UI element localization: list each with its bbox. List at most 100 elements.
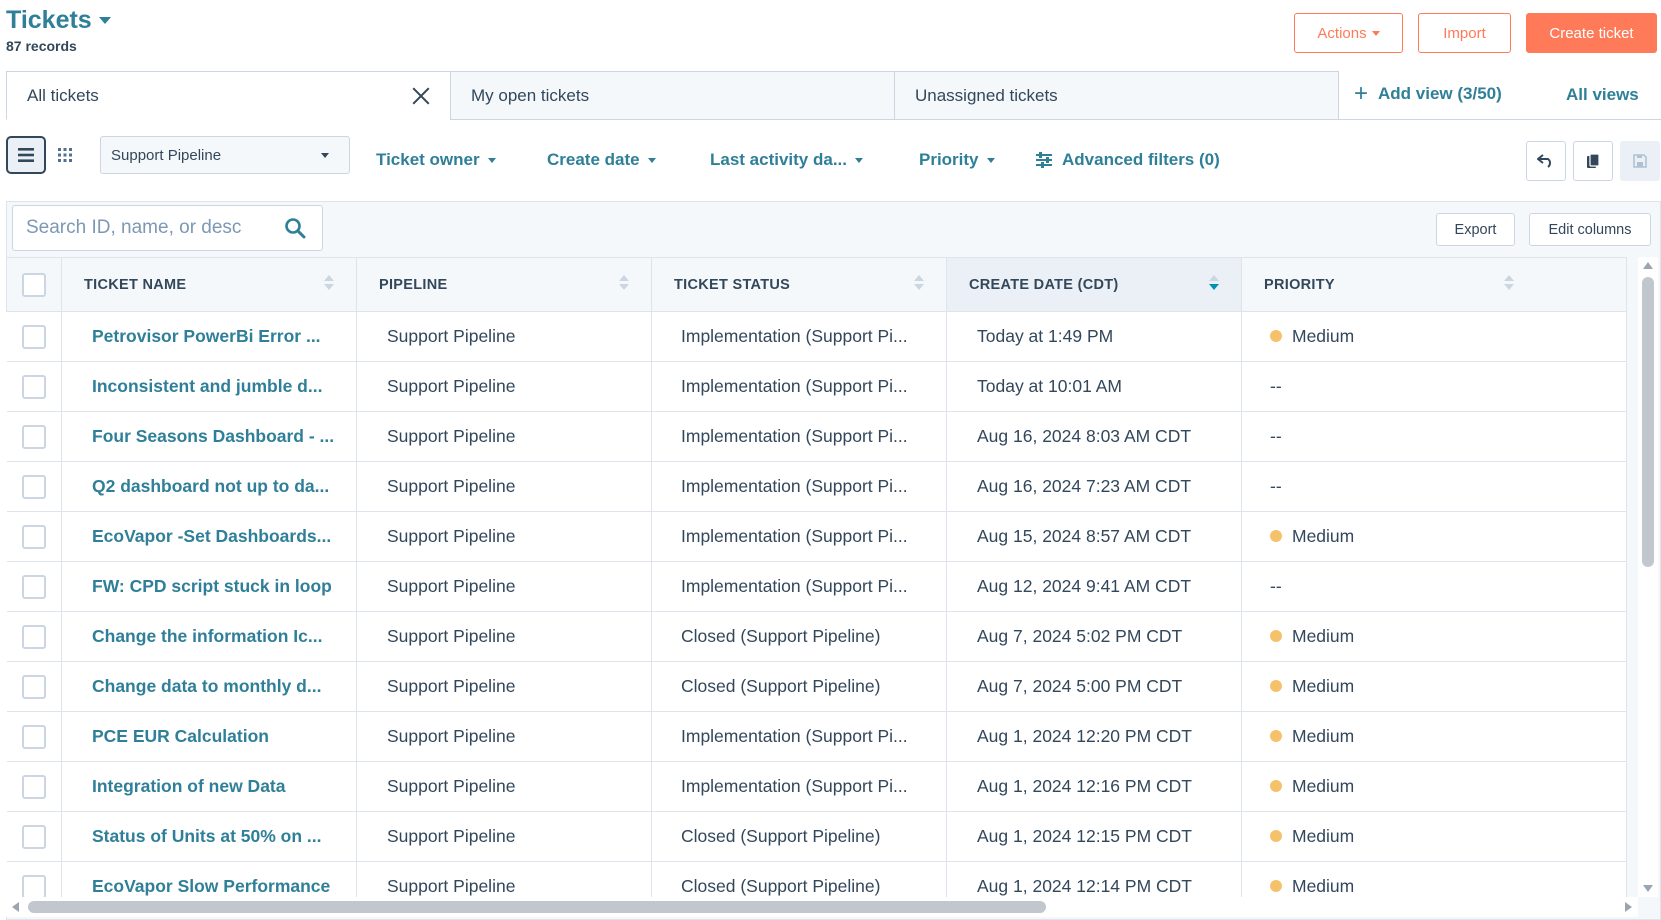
ticket-name-link[interactable]: Four Seasons Dashboard - ...	[61, 411, 357, 462]
object-switcher[interactable]: Tickets	[6, 6, 111, 35]
reset-view-button[interactable]	[1526, 141, 1566, 181]
tab-my-open-tickets[interactable]: My open tickets	[450, 71, 895, 120]
scroll-up-icon[interactable]	[1643, 262, 1653, 269]
tabs-divider	[1337, 119, 1661, 120]
last-activity-filter[interactable]: Last activity da...	[710, 150, 863, 170]
ticket-name-link[interactable]: FW: CPD script stuck in loop	[61, 561, 357, 612]
priority-filter[interactable]: Priority	[919, 150, 995, 170]
ticket-name-link[interactable]: Status of Units at 50% on ...	[61, 811, 357, 862]
column-header-ticket-status[interactable]: TICKET STATUS	[651, 257, 947, 312]
save-view-button[interactable]	[1620, 141, 1660, 181]
priority-dot-icon	[1270, 730, 1282, 742]
row-checkbox[interactable]	[21, 574, 46, 599]
scroll-down-icon[interactable]	[1643, 885, 1653, 892]
ticket-name-link[interactable]: Q2 dashboard not up to da...	[61, 461, 357, 512]
table-row[interactable]: Q2 dashboard not up to da... Support Pipe…	[6, 461, 1627, 512]
clone-view-button[interactable]	[1573, 141, 1613, 181]
ticket-name-link[interactable]: Change the information Ic...	[61, 611, 357, 662]
row-checkbox[interactable]	[21, 524, 46, 549]
list-view-toggle[interactable]	[6, 136, 46, 174]
create-date-filter[interactable]: Create date	[547, 150, 656, 170]
vertical-scrollbar[interactable]	[1638, 257, 1658, 897]
table-row[interactable]: Petrovisor PowerBi Error ... Support Pipe…	[6, 311, 1627, 362]
ticket-name-link[interactable]: EcoVapor -Set Dashboards...	[61, 511, 357, 562]
all-views-link[interactable]: All views	[1566, 85, 1639, 105]
priority-value: Medium	[1292, 776, 1355, 796]
sort-icon[interactable]	[619, 275, 629, 295]
scroll-right-icon[interactable]	[1625, 902, 1632, 912]
ticket-name-link[interactable]: Integration of new Data	[61, 761, 357, 812]
sort-icon[interactable]	[324, 275, 334, 295]
row-checkbox[interactable]	[21, 674, 46, 699]
ticket-status-cell: Implementation (Support Pi...	[651, 511, 947, 562]
column-header-pipeline[interactable]: PIPELINE	[356, 257, 652, 312]
table-row[interactable]: Inconsistent and jumble d... Support Pipe…	[6, 361, 1627, 412]
edit-columns-button[interactable]: Edit columns	[1529, 213, 1651, 246]
priority-value: Medium	[1292, 826, 1355, 846]
advanced-filters-button[interactable]: Advanced filters (0)	[1035, 150, 1220, 170]
table-row[interactable]: Integration of new Data Support Pipeline I…	[6, 761, 1627, 812]
create-ticket-label: Create ticket	[1549, 24, 1634, 42]
row-checkbox[interactable]	[21, 624, 46, 649]
row-checkbox[interactable]	[21, 324, 46, 349]
caret-down-icon	[321, 153, 329, 158]
table-row[interactable]: Change data to monthly d... Support Pipel…	[6, 661, 1627, 712]
row-checkbox[interactable]	[21, 374, 46, 399]
search-input[interactable]	[26, 217, 271, 239]
table-row[interactable]: Change the information Ic... Support Pipe…	[6, 611, 1627, 662]
import-button[interactable]: Import	[1418, 13, 1511, 53]
scrollbar-thumb[interactable]	[1642, 277, 1654, 567]
table-row[interactable]: Status of Units at 50% on ... Support Pip…	[6, 811, 1627, 862]
create-ticket-button[interactable]: Create ticket	[1526, 13, 1657, 53]
create-date-cell: Aug 15, 2024 8:57 AM CDT	[946, 511, 1242, 562]
ticket-owner-filter[interactable]: Ticket owner	[376, 150, 496, 170]
ticket-status-cell: Closed (Support Pipeline)	[651, 611, 947, 662]
add-view-button[interactable]: + Add view (3/50)	[1354, 82, 1502, 106]
row-checkbox[interactable]	[21, 874, 46, 899]
table-row[interactable]: Four Seasons Dashboard - ... Support Pipe…	[6, 411, 1627, 462]
tab-all-tickets[interactable]: All tickets	[6, 71, 451, 120]
sort-icon[interactable]	[1504, 275, 1514, 295]
sort-desc-icon[interactable]	[1209, 275, 1219, 295]
scrollbar-thumb[interactable]	[28, 901, 1046, 913]
row-checkbox[interactable]	[21, 824, 46, 849]
search-icon[interactable]	[284, 217, 306, 239]
column-header-ticket-name[interactable]: TICKET NAME	[61, 257, 357, 312]
sort-icon[interactable]	[914, 275, 924, 295]
select-all-checkbox[interactable]	[22, 272, 46, 297]
table-row[interactable]: FW: CPD script stuck in loop Support Pipe…	[6, 561, 1627, 612]
export-button[interactable]: Export	[1436, 213, 1515, 246]
row-checkbox[interactable]	[21, 424, 46, 449]
search-field[interactable]	[12, 205, 323, 251]
priority-dot-icon	[1270, 330, 1282, 342]
ticket-name-link[interactable]: PCE EUR Calculation	[61, 711, 357, 762]
horizontal-scrollbar[interactable]	[6, 897, 1638, 917]
column-header-priority[interactable]: PRIORITY	[1241, 257, 1627, 312]
table-row[interactable]: EcoVapor -Set Dashboards... Support Pipel…	[6, 511, 1627, 562]
priority-value: --	[1270, 426, 1282, 446]
grid-icon	[58, 148, 72, 162]
scroll-left-icon[interactable]	[12, 902, 19, 912]
ticket-name-link[interactable]: Change data to monthly d...	[61, 661, 357, 712]
pipeline-select[interactable]: Support Pipeline	[100, 136, 350, 174]
priority-value: Medium	[1292, 676, 1355, 696]
row-checkbox[interactable]	[21, 724, 46, 749]
column-header-create-date[interactable]: CREATE DATE (CDT)	[946, 257, 1242, 312]
actions-button[interactable]: Actions	[1294, 13, 1403, 53]
row-select-cell	[6, 711, 62, 762]
pipeline-cell: Support Pipeline	[356, 711, 652, 762]
close-icon[interactable]	[410, 85, 432, 107]
ticket-name-link[interactable]: Petrovisor PowerBi Error ...	[61, 311, 357, 362]
ticket-name-link[interactable]: Inconsistent and jumble d...	[61, 361, 357, 412]
row-checkbox[interactable]	[21, 474, 46, 499]
table-row[interactable]: PCE EUR Calculation Support Pipeline Imple…	[6, 711, 1627, 762]
tab-unassigned-tickets[interactable]: Unassigned tickets	[894, 71, 1339, 120]
caret-down-icon	[855, 157, 863, 163]
create-date-cell: Aug 7, 2024 5:02 PM CDT	[946, 611, 1242, 662]
row-checkbox[interactable]	[21, 774, 46, 799]
view-tabs: All tickets My open tickets Unassigned t…	[6, 71, 1339, 120]
add-view-label: Add view (3/50)	[1378, 84, 1502, 103]
board-view-toggle[interactable]	[45, 136, 85, 174]
page-header: Tickets 87 records Actions Import Create…	[0, 0, 1661, 66]
pipeline-cell: Support Pipeline	[356, 611, 652, 662]
